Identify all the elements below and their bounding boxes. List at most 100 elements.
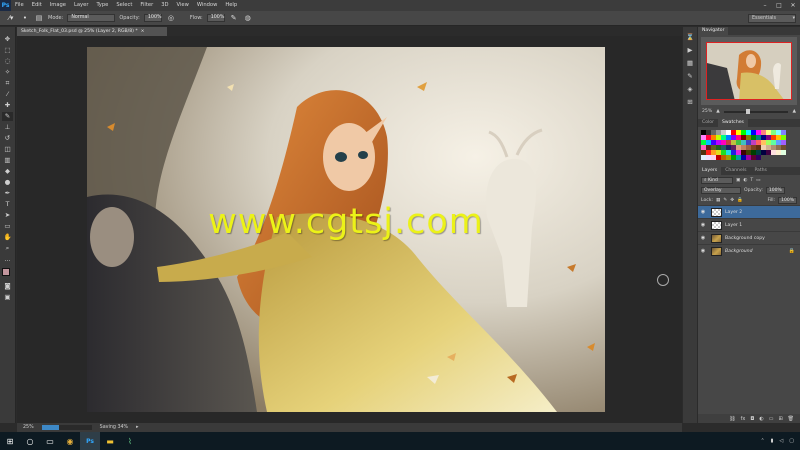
menu-help[interactable]: Help <box>221 0 241 11</box>
zoom-out-icon[interactable]: ▲ <box>716 109 720 114</box>
lock-paint-icon[interactable]: ✎ <box>723 198 727 203</box>
document-tab[interactable]: Sketch_Folk_Flat_03.psd @ 25% (Layer 2, … <box>17 27 167 36</box>
workspace-select[interactable]: Essentials ▾ <box>748 13 796 23</box>
move-tool-icon[interactable]: ✥ <box>2 35 13 44</box>
zoom-tool-icon[interactable]: ⌕ <box>2 244 13 253</box>
gradient-tool-icon[interactable]: ▥ <box>2 156 13 165</box>
color-swatches[interactable] <box>1 268 14 280</box>
clone-source-icon[interactable]: ⊞ <box>685 98 696 107</box>
brush-panel-toggle-icon[interactable]: ▤ <box>34 14 44 23</box>
screen-mode-icon[interactable]: ▣ <box>2 293 13 302</box>
visibility-eye-icon[interactable]: ◉ <box>698 235 708 241</box>
zoom-level[interactable]: 25% <box>23 425 34 430</box>
pen-tool-icon[interactable]: ✒ <box>2 189 13 198</box>
swatch-color[interactable] <box>756 155 761 160</box>
link-icon[interactable]: ⛓ <box>729 416 735 422</box>
filter-adjust-icon[interactable]: ◐ <box>743 178 747 183</box>
history-panel-icon[interactable]: ⌛ <box>685 33 696 42</box>
brush-panel-icon[interactable]: ✎ <box>685 72 696 81</box>
marquee-tool-icon[interactable]: ⬚ <box>2 46 13 55</box>
clone-stamp-tool-icon[interactable]: ⊥ <box>2 123 13 132</box>
airbrush-icon[interactable]: ✎ <box>229 14 239 23</box>
layer-name[interactable]: Background copy <box>725 236 765 241</box>
mask-icon[interactable]: ◘ <box>750 416 754 422</box>
layer-row[interactable]: ◉ Background 🔒 <box>698 244 800 257</box>
trash-icon[interactable]: 🗑 <box>788 416 794 422</box>
navigator-zoom-value[interactable]: 25% <box>702 109 712 114</box>
layer-row[interactable]: ◉ Background copy <box>698 231 800 244</box>
menu-window[interactable]: Window <box>193 0 221 11</box>
layer-name[interactable]: Layer 1 <box>725 223 742 228</box>
zoom-in-icon[interactable]: ▲ <box>792 109 796 114</box>
photoshop-icon[interactable]: Ps <box>80 432 100 450</box>
navigator-zoom-knob[interactable] <box>746 108 751 114</box>
tab-navigator[interactable]: Navigator <box>698 27 729 35</box>
menu-layer[interactable]: Layer <box>70 0 92 11</box>
menu-edit[interactable]: Edit <box>28 0 46 11</box>
lock-pixels-icon[interactable]: ▦ <box>716 198 720 203</box>
network-icon[interactable]: ▮ <box>771 438 774 444</box>
navigator-preview[interactable] <box>701 37 797 105</box>
tab-swatches[interactable]: Swatches <box>718 119 748 127</box>
hand-tool-icon[interactable]: ✋ <box>2 233 13 242</box>
windows-icon[interactable]: ⊞ <box>0 432 20 450</box>
layer-opacity-input[interactable]: 100% <box>765 186 785 194</box>
layer-name[interactable]: Background <box>725 249 753 254</box>
shape-tool-icon[interactable]: ▭ <box>2 222 13 231</box>
canvas-area[interactable]: www.cgtsj.com <box>17 36 682 423</box>
brush-preset-icon[interactable]: ⁄▾ <box>6 14 16 23</box>
new-layer-icon[interactable]: ⊞ <box>778 416 782 422</box>
fx-icon[interactable]: fx <box>741 416 746 422</box>
volume-icon[interactable]: ◁ <box>779 438 783 444</box>
layer-row[interactable]: ◉ Layer 1 <box>698 218 800 231</box>
brush-size-icon[interactable]: • <box>20 14 30 23</box>
file-explorer-icon[interactable]: ▬ <box>100 432 120 450</box>
visibility-eye-icon[interactable]: ◉ <box>698 222 708 228</box>
eyedropper-tool-icon[interactable]: ⁄ <box>2 90 13 99</box>
close-button[interactable]: ✕ <box>786 0 800 11</box>
adjustment-icon[interactable]: ◐ <box>759 416 763 422</box>
task-view-icon[interactable]: ▭ <box>40 432 60 450</box>
path-select-tool-icon[interactable]: ➤ <box>2 211 13 220</box>
pressure-size-icon[interactable]: ◍ <box>243 14 253 23</box>
quick-mask-icon[interactable]: ◙ <box>2 282 13 291</box>
blend-mode-select[interactable]: Overlay <box>701 186 741 194</box>
brush-presets-icon[interactable]: ◈ <box>685 85 696 94</box>
fill-input[interactable]: 100% <box>778 196 797 204</box>
tab-paths[interactable]: Paths <box>750 167 771 175</box>
tray-arrow-icon[interactable]: ⌃ <box>760 438 764 444</box>
menu-file[interactable]: File <box>11 0 28 11</box>
layer-name[interactable]: Layer 2 <box>725 210 742 215</box>
flow-input[interactable]: 100% <box>206 14 225 22</box>
menu-view[interactable]: View <box>173 0 193 11</box>
filter-pixel-icon[interactable]: ▣ <box>736 178 740 183</box>
menu-select[interactable]: Select <box>112 0 136 11</box>
mode-select[interactable]: Normal <box>67 14 116 22</box>
close-tab-icon[interactable]: × <box>141 29 145 34</box>
filter-shape-icon[interactable]: ▭ <box>756 178 760 183</box>
swatch-color[interactable] <box>781 150 786 155</box>
tab-layers[interactable]: Layers <box>698 167 722 175</box>
chrome-icon[interactable]: ◉ <box>60 432 80 450</box>
artwork-canvas[interactable]: www.cgtsj.com <box>87 47 605 412</box>
visibility-eye-icon[interactable]: ◉ <box>698 209 708 215</box>
tab-color[interactable]: Color <box>698 119 718 127</box>
notifications-icon[interactable]: ▢ <box>789 438 794 444</box>
filter-type-icon[interactable]: T <box>750 178 753 183</box>
navigator-zoom-slider[interactable] <box>723 108 789 114</box>
actions-panel-icon[interactable]: ▶ <box>685 46 696 55</box>
history-brush-tool-icon[interactable]: ↺ <box>2 134 13 143</box>
chart-app-icon[interactable]: ⌇ <box>120 432 140 450</box>
brush-tool-icon[interactable]: ✎ <box>2 112 13 121</box>
minimize-button[interactable]: – <box>758 0 772 11</box>
layer-row[interactable]: ◉ Layer 2 <box>698 205 800 218</box>
more-tools-icon[interactable]: … <box>2 255 13 264</box>
properties-panel-icon[interactable]: ▦ <box>685 59 696 68</box>
menu-type[interactable]: Type <box>92 0 112 11</box>
search-icon[interactable]: ○ <box>20 432 40 450</box>
lasso-tool-icon[interactable]: ◌ <box>2 57 13 66</box>
tab-channels[interactable]: Channels <box>721 167 750 175</box>
menu-3d[interactable]: 3D <box>157 0 172 11</box>
visibility-eye-icon[interactable]: ◉ <box>698 248 708 254</box>
layer-kind-filter[interactable]: ⌕ Kind <box>701 176 733 184</box>
